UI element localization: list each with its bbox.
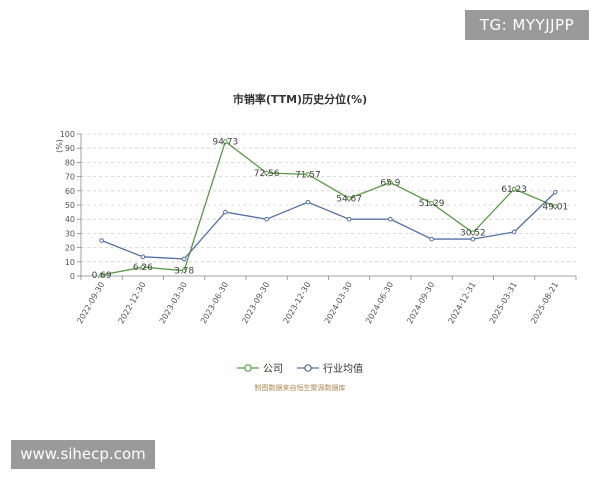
y-tick-label: 20 [65, 244, 75, 253]
y-axis-label: (%) [55, 139, 64, 153]
chart-legend: 公司 行业均值 [0, 360, 600, 375]
y-tick-label: 70 [65, 173, 75, 182]
data-label-company: 0.69 [92, 271, 112, 281]
data-point-industry-avg [140, 254, 146, 260]
data-label-company: 61.23 [501, 185, 527, 195]
x-tick-label: 2024-09-30 [405, 281, 436, 326]
watermark-site-badge: www.sihecp.com [11, 440, 155, 469]
data-label-company: 71.57 [295, 170, 321, 180]
data-label-company: 49.01 [542, 202, 568, 212]
x-tick-label: 2023-12-30 [282, 281, 313, 326]
x-tick-label: 2023-09-30 [240, 281, 271, 326]
data-point-industry-avg [305, 199, 311, 205]
series-line-industry-avg [101, 191, 556, 260]
chart-svg: 0 10 20 30 40 50 60 70 80 90 100(%) 2022-09-30 2022-… [55, 130, 577, 326]
x-tick-label: 2023-06-30 [199, 281, 230, 326]
legend-line-marker-icon [237, 363, 259, 372]
data-point-industry-avg [511, 229, 517, 235]
data-label-company: 65.9 [380, 178, 400, 188]
data-label-company: 54.67 [336, 194, 362, 204]
data-point-industry-avg [388, 216, 393, 222]
legend-item-industry-avg[interactable]: 行业均值 [297, 360, 363, 375]
data-point-industry-avg [429, 236, 434, 242]
x-tick-label: 2022-09-30 [75, 281, 106, 326]
data-point-industry-avg [346, 216, 352, 222]
y-tick-label: 10 [65, 258, 75, 267]
legend-label-company: 公司 [263, 364, 283, 375]
x-tick-label: 2022-12-30 [117, 281, 148, 326]
y-tick-label: 100 [60, 130, 75, 139]
data-point-industry-avg [223, 209, 228, 215]
data-point-industry-avg [264, 216, 269, 222]
x-tick-label: 2023-03-30 [158, 281, 189, 326]
y-tick-label: 0 [70, 272, 75, 281]
x-tick-label: 2024-03-30 [323, 281, 354, 326]
legend-label-industry-avg: 行业均值 [323, 364, 363, 375]
data-label-company: 72.56 [254, 169, 280, 179]
data-label-company: 3.78 [174, 267, 194, 277]
data-source-note: 制图数据来自恒生聚源数据库 [254, 384, 346, 392]
y-tick-label: 30 [65, 229, 75, 238]
data-label-company: 30.52 [460, 229, 486, 239]
data-point-industry-avg [553, 189, 558, 195]
legend-item-company[interactable]: 公司 [237, 360, 283, 375]
x-tick-label: 2024-06-30 [364, 281, 395, 326]
series-line-company [101, 140, 556, 276]
y-tick-label: 50 [65, 201, 75, 210]
y-tick-label: 60 [65, 187, 75, 196]
data-label-company: 94.73 [212, 137, 238, 147]
legend-line-marker-icon [297, 363, 319, 372]
y-tick-label: 90 [65, 144, 75, 153]
data-point-industry-avg [181, 256, 187, 262]
data-label-company: 6.26 [133, 263, 153, 273]
data-label-company: 51.29 [419, 199, 445, 209]
data-point-industry-avg [99, 238, 104, 243]
x-tick-label: 2024-12-31 [447, 281, 478, 326]
y-tick-label: 40 [65, 215, 75, 224]
y-tick-label: 80 [65, 158, 75, 167]
x-tick-label: 2025-03-31 [488, 281, 519, 326]
x-tick-label: 2025-08-21 [529, 281, 560, 326]
